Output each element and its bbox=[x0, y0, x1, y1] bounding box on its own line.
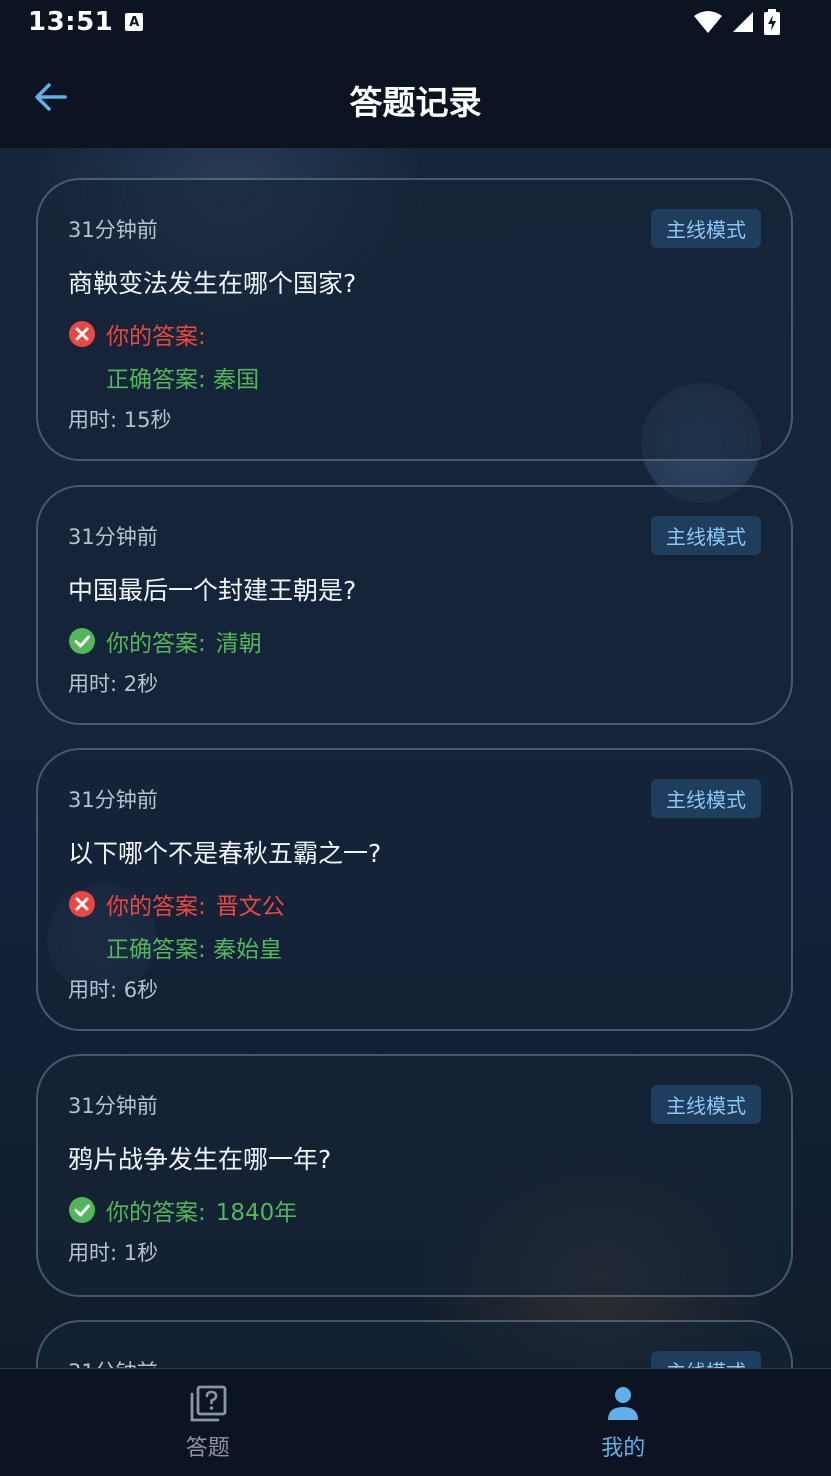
your-answer-row: 你的答案: 清朝 bbox=[68, 624, 262, 658]
nav-item-quiz[interactable]: 答题 bbox=[0, 1369, 416, 1476]
elapsed-time: 用时: 2秒 bbox=[68, 668, 158, 698]
elapsed-time: 用时: 1秒 bbox=[68, 1237, 158, 1267]
app-header: 答题记录 bbox=[0, 44, 831, 148]
quiz-icon bbox=[190, 1385, 227, 1421]
elapsed-value: 2秒 bbox=[123, 672, 159, 696]
record-time: 31分钟前 bbox=[68, 218, 158, 242]
signal-icon bbox=[733, 12, 753, 32]
elapsed-label: 用时: bbox=[68, 408, 118, 432]
status-time: 13:51 bbox=[28, 7, 114, 37]
status-bar: 13:51 A bbox=[0, 0, 831, 44]
check-icon bbox=[69, 1197, 95, 1223]
record-time: 31分钟前 bbox=[68, 525, 158, 549]
record-time: 31分钟前 bbox=[68, 1094, 158, 1118]
record-card[interactable]: 31分钟前 主线模式 中国最后一个封建王朝是? 你的答案: 清朝 用时: 2秒 bbox=[36, 485, 793, 725]
your-answer-label: 你的答案: bbox=[106, 894, 206, 920]
elapsed-label: 用时: bbox=[68, 672, 118, 696]
your-answer-value: 清朝 bbox=[215, 631, 262, 657]
correct-answer-row: 正确答案: 秦国 bbox=[106, 360, 259, 394]
nav-label-profile: 我的 bbox=[601, 1435, 646, 1461]
bottom-nav: 答题 我的 bbox=[0, 1368, 831, 1476]
question-text: 以下哪个不是春秋五霸之一? bbox=[68, 839, 382, 868]
wrong-icon bbox=[69, 321, 95, 347]
elapsed-label: 用时: bbox=[68, 978, 118, 1002]
record-time: 31分钟前 bbox=[68, 788, 158, 812]
mode-badge: 主线模式 bbox=[651, 1085, 761, 1124]
your-answer-row: 你的答案: 1840年 bbox=[68, 1193, 297, 1227]
your-answer-value: 1840年 bbox=[215, 1200, 298, 1226]
your-answer-label: 你的答案: bbox=[106, 631, 206, 657]
person-icon bbox=[608, 1386, 639, 1420]
record-card[interactable]: 31分钟前 主线模式 以下哪个不是春秋五霸之一? 你的答案: 晋文公 正确答案:… bbox=[36, 748, 793, 1031]
nav-item-profile[interactable]: 我的 bbox=[416, 1369, 831, 1476]
wifi-icon bbox=[694, 11, 722, 33]
wrong-icon bbox=[69, 891, 95, 917]
mode-badge: 主线模式 bbox=[651, 516, 761, 555]
question-text: 商鞅变法发生在哪个国家? bbox=[68, 269, 357, 298]
record-list[interactable]: 31分钟前 主线模式 商鞅变法发生在哪个国家? 你的答案: 正确答案: 秦国 用… bbox=[0, 148, 831, 1368]
elapsed-value: 6秒 bbox=[123, 978, 159, 1002]
nav-label-quiz: 答题 bbox=[185, 1435, 230, 1461]
question-text: 鸦片战争发生在哪一年? bbox=[68, 1145, 332, 1174]
record-card[interactable]: 31分钟前 主线模式 鸦片战争发生在哪一年? 你的答案: 1840年 用时: 1… bbox=[36, 1054, 793, 1297]
elapsed-value: 15秒 bbox=[123, 408, 172, 432]
elapsed-label: 用时: bbox=[68, 1241, 118, 1265]
question-text: 中国最后一个封建王朝是? bbox=[68, 576, 357, 605]
elapsed-value: 1秒 bbox=[123, 1241, 159, 1265]
your-answer-label: 你的答案: bbox=[106, 324, 206, 350]
correct-answer-value: 秦始皇 bbox=[213, 937, 283, 963]
record-card[interactable]: 31分钟前 主线模式 bbox=[36, 1320, 793, 1368]
mode-badge: 主线模式 bbox=[651, 1351, 761, 1368]
battery-icon bbox=[764, 9, 780, 35]
correct-answer-label: 正确答案: bbox=[106, 367, 206, 393]
record-time: 31分钟前 bbox=[68, 1356, 158, 1368]
your-answer-row: 你的答案: 晋文公 bbox=[68, 887, 285, 921]
your-answer-row: 你的答案: bbox=[68, 317, 216, 351]
correct-answer-value: 秦国 bbox=[213, 367, 260, 393]
your-answer-value: 晋文公 bbox=[215, 894, 285, 920]
elapsed-time: 用时: 6秒 bbox=[68, 974, 158, 1004]
notification-a-icon: A bbox=[125, 13, 144, 31]
mode-badge: 主线模式 bbox=[651, 779, 761, 818]
correct-answer-label: 正确答案: bbox=[106, 937, 206, 963]
correct-answer-row: 正确答案: 秦始皇 bbox=[106, 930, 282, 964]
elapsed-time: 用时: 15秒 bbox=[68, 404, 172, 434]
page-title: 答题记录 bbox=[349, 83, 482, 122]
check-icon bbox=[69, 628, 95, 654]
record-card[interactable]: 31分钟前 主线模式 商鞅变法发生在哪个国家? 你的答案: 正确答案: 秦国 用… bbox=[36, 178, 793, 461]
mode-badge: 主线模式 bbox=[651, 209, 761, 248]
your-answer-label: 你的答案: bbox=[106, 1200, 206, 1226]
